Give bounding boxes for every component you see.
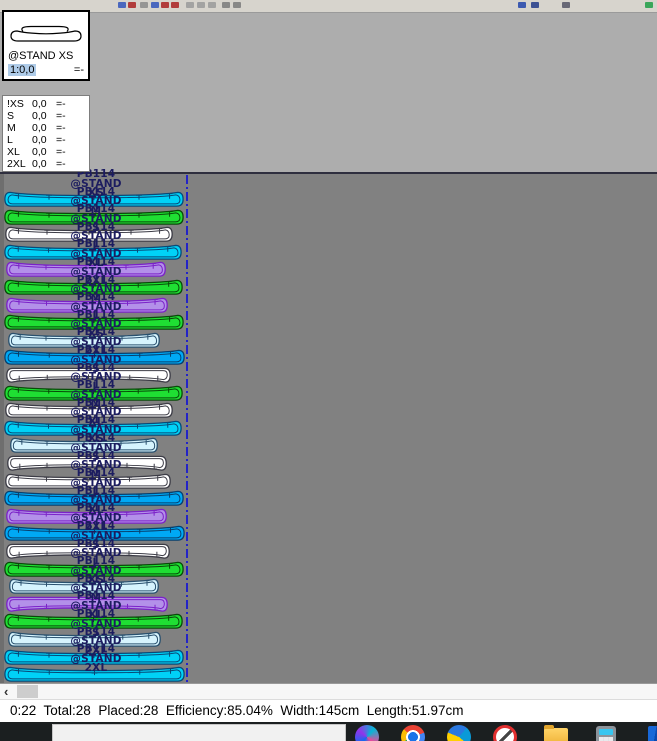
copilot-icon[interactable] (355, 725, 379, 741)
size-value: 0,0 (32, 98, 56, 110)
preview-piece-name: @STAND XS (8, 50, 73, 62)
toolbar-icon-fragment[interactable] (531, 2, 539, 8)
size-fold-marks: =- (56, 122, 66, 134)
status-bar: 0:22 Total:28 Placed:28 Efficiency:85.04… (0, 699, 657, 722)
preview-scale-value[interactable]: 1:0,0 (8, 64, 36, 76)
toolbar-icon-fragment[interactable] (222, 2, 230, 8)
size-label: !XS (7, 98, 32, 110)
size-label: L (7, 134, 32, 146)
pattern-piece[interactable] (6, 508, 167, 525)
pattern-piece[interactable] (4, 649, 184, 666)
toolbar-icon-fragment[interactable] (645, 2, 653, 8)
size-row[interactable]: XL0,0=- (7, 146, 89, 158)
size-fold-marks: =- (56, 110, 66, 122)
pattern-piece[interactable] (4, 613, 183, 630)
pattern-piece[interactable] (4, 349, 185, 366)
size-value: 0,0 (32, 122, 56, 134)
pattern-piece[interactable] (4, 525, 185, 542)
size-row[interactable]: S0,0=- (7, 110, 89, 122)
folder-icon[interactable] (544, 728, 568, 741)
pattern-piece[interactable] (10, 437, 158, 454)
size-value: 0,0 (32, 146, 56, 158)
size-row[interactable]: M0,0=- (7, 122, 89, 134)
toolbar-icon-fragment[interactable] (118, 2, 126, 8)
size-label: XL (7, 146, 32, 158)
pattern-piece[interactable] (8, 631, 161, 648)
size-fold-marks: =- (56, 146, 66, 158)
piece-preview-panel[interactable]: @STAND XS 1:0,0 =- (2, 10, 90, 81)
toolbar-icon-fragment[interactable] (151, 2, 159, 8)
toolbar (0, 0, 657, 13)
photos-icon[interactable] (447, 725, 471, 741)
toolbar-icon-fragment[interactable] (128, 2, 136, 8)
preview-fold-marks: =- (74, 64, 84, 76)
scrollbar-thumb[interactable] (17, 685, 38, 698)
pattern-piece[interactable] (6, 297, 168, 314)
toolbar-icon-fragment[interactable] (208, 2, 216, 8)
pattern-piece[interactable] (4, 244, 182, 261)
size-value: 0,0 (32, 134, 56, 146)
pattern-piece[interactable] (6, 261, 166, 278)
size-label: 2XL (7, 158, 32, 170)
size-fold-marks: =- (56, 134, 66, 146)
pattern-piece[interactable] (8, 332, 160, 349)
marker-making-window: PB114@STANDXSPB114@STANDMPB114@STANDSPB1… (0, 0, 657, 741)
pattern-piece[interactable] (4, 279, 183, 296)
pattern-piece[interactable] (5, 402, 173, 419)
opera-icon[interactable] (493, 725, 517, 741)
pattern-piece[interactable] (4, 561, 184, 578)
toolbar-icon-fragment[interactable] (171, 2, 179, 8)
size-label: M (7, 122, 32, 134)
toolbar-icon-fragment[interactable] (197, 2, 205, 8)
piece-outline-thumbnail (9, 24, 83, 44)
scroll-left-arrow-icon[interactable]: ‹ (4, 684, 8, 699)
calculator-icon[interactable] (596, 726, 616, 741)
size-label: S (7, 110, 32, 122)
toolbar-icon-fragment[interactable] (562, 2, 570, 8)
size-quantity-panel[interactable]: !XS0,0=-S0,0=-M0,0=-L0,0=-XL0,0=-2XL0,0=… (2, 95, 90, 172)
chrome-icon[interactable] (401, 725, 425, 741)
pattern-piece[interactable] (4, 420, 182, 437)
pattern-piece[interactable] (4, 666, 185, 683)
horizontal-scrollbar[interactable]: ‹ (0, 683, 657, 699)
size-row[interactable]: L0,0=- (7, 134, 89, 146)
work-area-background (0, 13, 657, 172)
pattern-piece[interactable] (4, 191, 184, 208)
pattern-piece[interactable] (6, 596, 168, 613)
app-partial-icon[interactable] (648, 726, 657, 741)
size-fold-marks: =- (56, 98, 66, 110)
size-row[interactable]: 2XL0,0=- (7, 158, 89, 170)
pattern-piece[interactable] (9, 578, 159, 595)
taskbar (0, 722, 657, 741)
toolbar-icon-fragment[interactable] (233, 2, 241, 8)
pattern-piece[interactable] (4, 314, 184, 331)
toolbar-icon-fragment[interactable] (186, 2, 194, 8)
pattern-piece[interactable] (6, 543, 170, 560)
size-row[interactable]: !XS0,0=- (7, 98, 89, 110)
pattern-piece[interactable] (4, 490, 184, 507)
size-fold-marks: =- (56, 158, 66, 170)
foreground-window-fragment[interactable] (52, 724, 346, 741)
marker-width-boundary-line (186, 175, 188, 683)
pattern-piece[interactable] (5, 473, 171, 490)
status-text: 0:22 Total:28 Placed:28 Efficiency:85.04… (10, 703, 464, 718)
pattern-piece[interactable] (7, 455, 167, 472)
size-value: 0,0 (32, 158, 56, 170)
pattern-piece[interactable] (5, 226, 173, 243)
pattern-piece[interactable] (6, 367, 171, 384)
size-value: 0,0 (32, 110, 56, 122)
toolbar-icon-fragment[interactable] (140, 2, 148, 8)
pattern-piece[interactable] (4, 209, 184, 226)
toolbar-icon-fragment[interactable] (518, 2, 526, 8)
pattern-piece[interactable] (4, 385, 183, 402)
toolbar-icon-fragment[interactable] (161, 2, 169, 8)
